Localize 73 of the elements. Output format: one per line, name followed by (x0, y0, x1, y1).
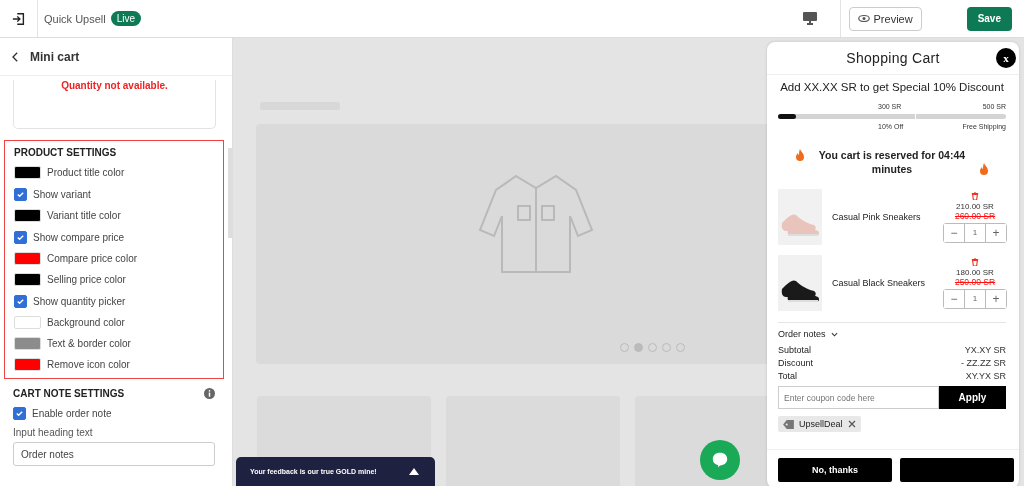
setting-label: Background color (47, 317, 125, 328)
chat-icon (711, 451, 729, 469)
checkbox-label: Show variant (33, 188, 91, 200)
section-heading: CART NOTE SETTINGS (13, 388, 125, 399)
checkout-button[interactable] (900, 458, 1014, 482)
compare-price: 250.00 SR (954, 276, 996, 287)
field-label: Input heading text (13, 427, 94, 438)
trash-icon[interactable] (971, 191, 979, 200)
product-name: Casual Pink Sneakers (832, 212, 922, 222)
coupon-field[interactable]: Enter coupon code here (778, 386, 939, 409)
compare-price: 260.00 SR (954, 210, 996, 221)
color-swatch[interactable] (14, 316, 41, 329)
remove-icon[interactable] (847, 420, 856, 428)
checkbox[interactable] (14, 294, 27, 308)
total-label: Discount (778, 357, 813, 370)
setting-label: Remove icon color (47, 359, 130, 370)
checkmark-icon (15, 408, 24, 418)
checkbox[interactable] (14, 187, 27, 201)
discount-message: Add XX.XX SR to get Special 10% Discount (779, 81, 1005, 93)
setting-label: Selling price color (47, 274, 126, 285)
color-swatch[interactable] (14, 337, 41, 350)
color-swatch[interactable] (14, 358, 41, 371)
reservation-message: You cart is reserved for 04:44 minutes (817, 148, 967, 176)
carousel-dot[interactable] (634, 343, 643, 352)
checkmark-icon (16, 189, 25, 199)
caret-up-icon (409, 468, 419, 475)
save-button[interactable]: Save (966, 6, 1012, 31)
flame-icon (795, 149, 805, 161)
price: 210.00 SR (956, 201, 994, 211)
checkmark-icon (16, 296, 25, 306)
checkbox-label: Show quantity picker (33, 295, 126, 307)
trash-icon[interactable] (971, 257, 979, 266)
checkmark-icon (16, 232, 25, 242)
total-value: YX.XY SR (964, 344, 1006, 357)
panel-title: Mini cart (30, 49, 80, 64)
total-value: XY.YX SR (965, 370, 1006, 383)
info-icon[interactable] (204, 388, 215, 399)
flame-icon (979, 163, 989, 175)
app-name: Quick Upsell (44, 12, 106, 25)
setting-label: Variant title color (47, 210, 121, 221)
close-button[interactable]: x (996, 48, 1016, 68)
decline-button[interactable]: No, thanks (778, 458, 892, 482)
cart-title: Shopping Cart (846, 50, 940, 66)
total-label: Total (778, 370, 797, 383)
checkbox[interactable] (14, 230, 27, 244)
chevron-down-icon (830, 331, 838, 337)
checkbox-label: Enable order note (32, 407, 112, 419)
price: 180.00 SR (956, 267, 994, 277)
desktop-icon[interactable] (802, 12, 817, 25)
status-badge: Live (110, 11, 142, 26)
total-value: - ZZ.ZZ SR (961, 357, 1006, 370)
tag-icon (783, 419, 794, 429)
coupon-code: UpsellDeal (799, 419, 843, 429)
total-label: Subtotal (778, 344, 812, 357)
checkbox-label: Show compare price (33, 231, 125, 243)
input-field[interactable]: Order notes (13, 442, 215, 466)
setting-label: Product title color (47, 167, 125, 178)
checkbox[interactable] (13, 406, 26, 420)
exit-icon[interactable] (11, 11, 26, 26)
apply-button[interactable]: Apply (939, 386, 1006, 409)
product-name: Casual Black Sneakers (832, 278, 927, 288)
back-icon[interactable] (12, 51, 19, 62)
order-notes-toggle[interactable]: Order notes (778, 329, 826, 339)
setting-label: Compare price color (47, 253, 138, 264)
color-swatch[interactable] (14, 166, 41, 179)
eye-icon (857, 14, 870, 23)
error-text: Quantity not available. (61, 80, 168, 93)
color-swatch[interactable] (14, 273, 41, 286)
color-swatch[interactable] (14, 252, 41, 265)
preview-button[interactable]: Preview (848, 6, 922, 31)
setting-label: Text & border color (47, 338, 131, 349)
color-swatch[interactable] (14, 209, 41, 222)
section-heading: PRODUCT SETTINGS (14, 147, 118, 158)
